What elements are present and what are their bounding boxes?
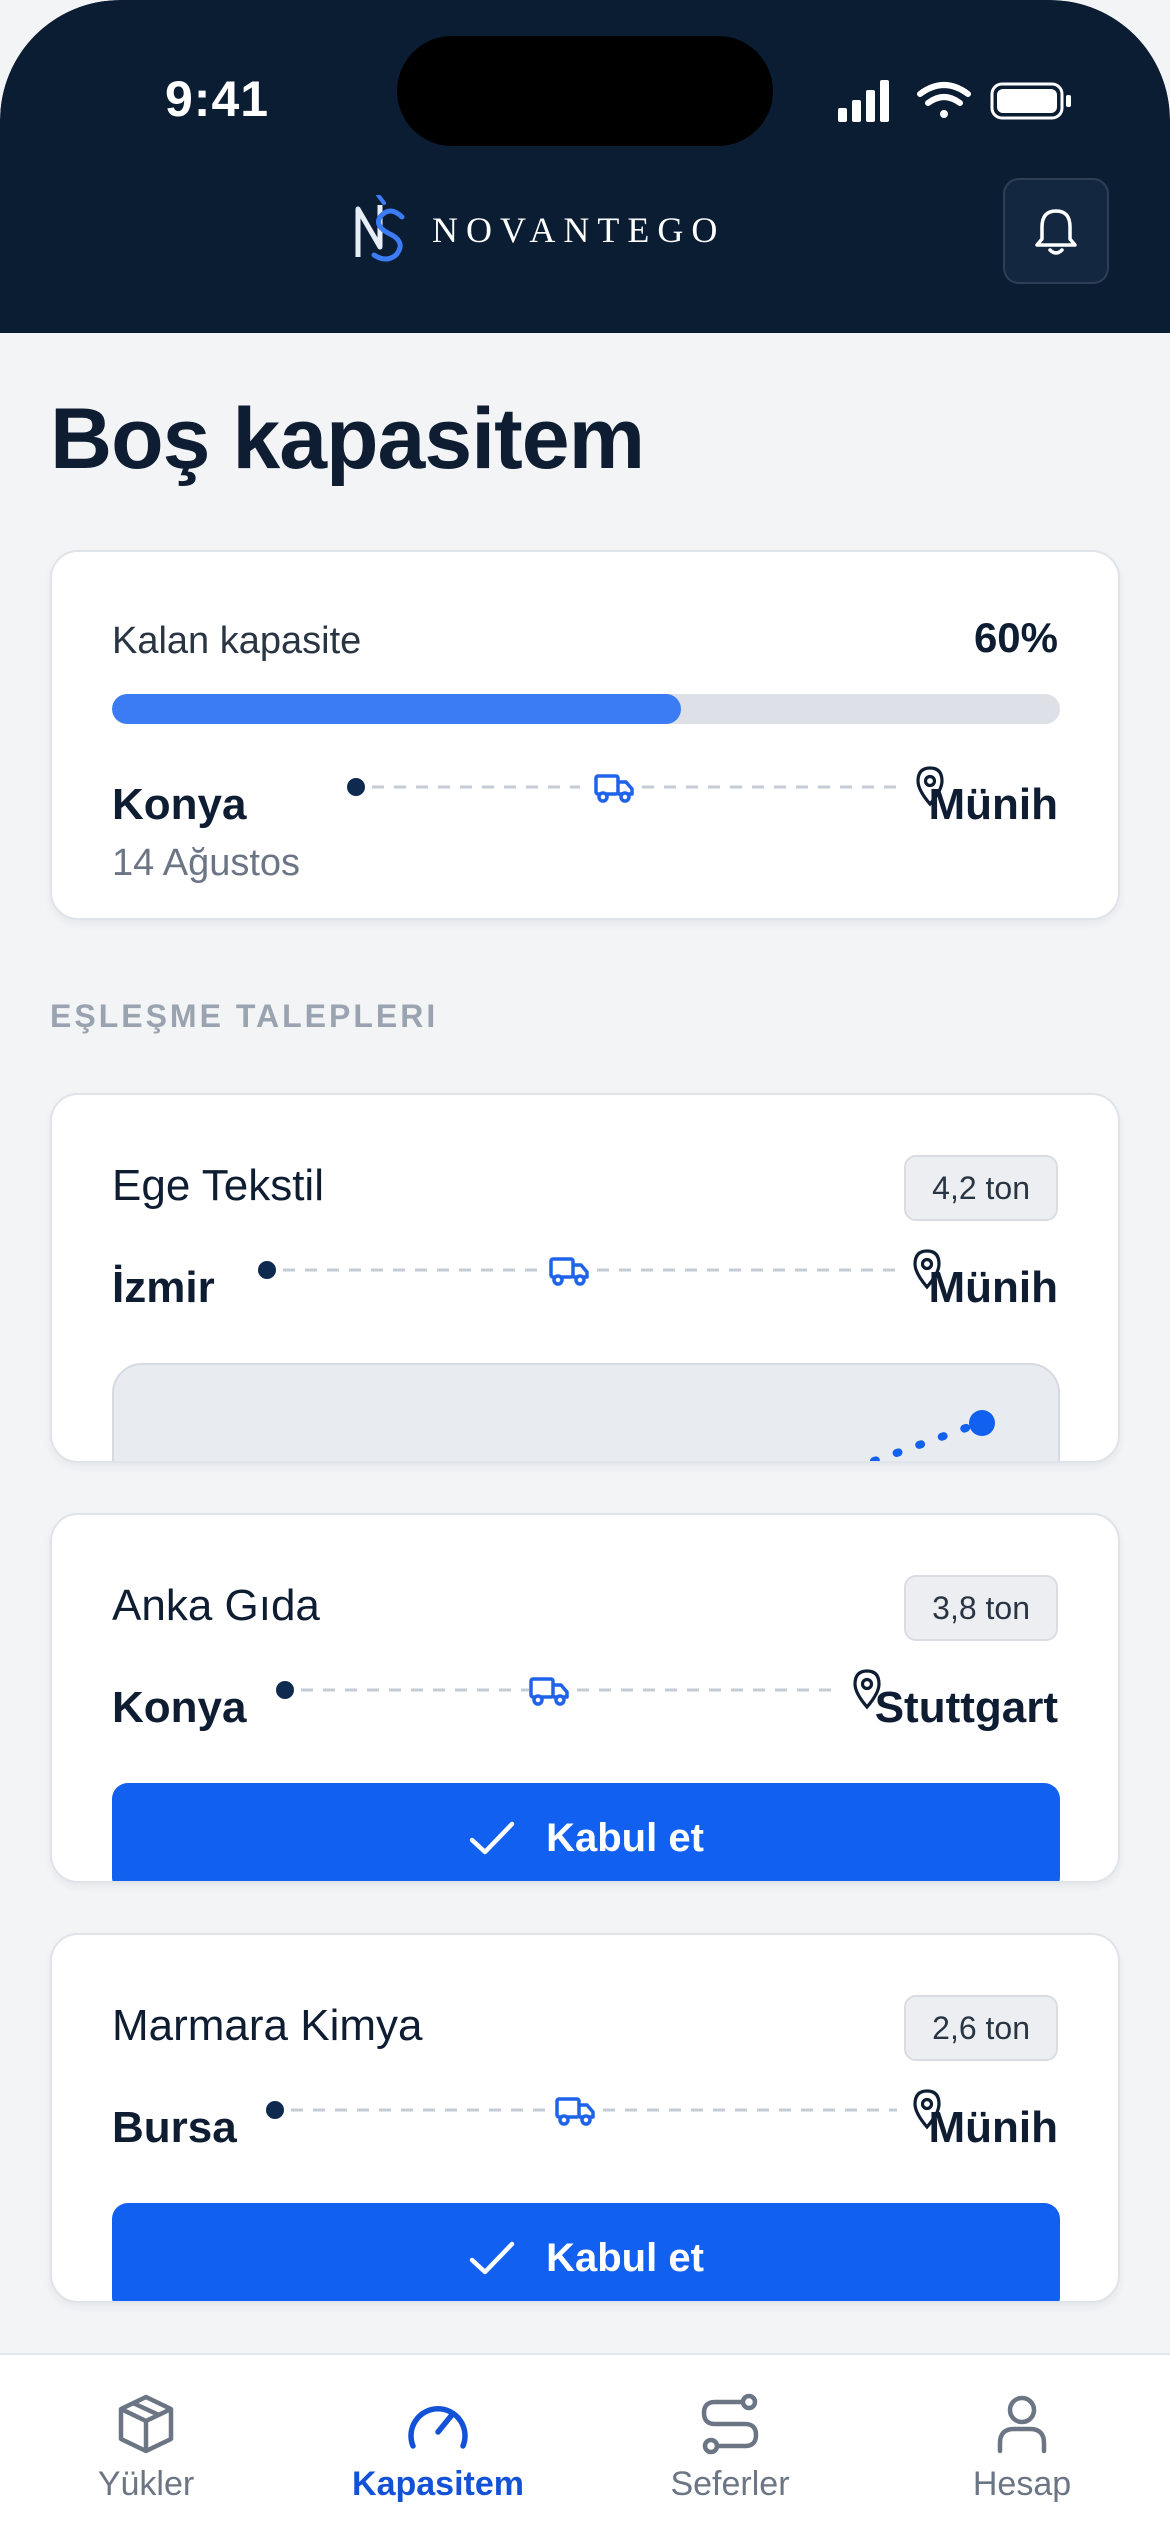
request-card[interactable]: Ege Tekstil 4,2 ton İzmir Münih xyxy=(50,1093,1120,1463)
app-screen: 9:41 NOVANTEGO Boş kapasitem Kalan kapas… xyxy=(0,0,1170,2535)
map-route-path xyxy=(870,1410,995,1461)
tab-hesap[interactable]: Hesap xyxy=(912,2391,1132,2504)
page-title: Boş kapasitem xyxy=(50,391,645,487)
tab-label: Kapasitem xyxy=(352,2465,524,2503)
bottom-tab-bar: Yükler Kapasitem Seferler Hesap xyxy=(0,2353,1170,2535)
origin-dot-icon xyxy=(347,778,365,796)
box-icon xyxy=(118,2394,174,2454)
request-card[interactable]: Marmara Kimya 2,6 ton Bursa Münih Kabul … xyxy=(50,1933,1120,2303)
battery-icon xyxy=(990,82,1071,120)
company-name: Ege Tekstil xyxy=(112,1161,324,1210)
route-icon xyxy=(701,2393,759,2455)
gauge-icon xyxy=(408,2406,468,2449)
notifications-button[interactable] xyxy=(1003,178,1109,284)
route-map-preview xyxy=(112,1363,1060,1461)
accept-button-label: Kabul et xyxy=(546,2235,704,2280)
logo-mark-icon xyxy=(355,195,405,262)
tab-kapasitem[interactable]: Kapasitem xyxy=(328,2391,548,2504)
route-date: 14 Ağustos xyxy=(112,842,301,884)
company-name: Anka Gıda xyxy=(112,1581,320,1630)
origin-dot-icon xyxy=(266,2101,284,2119)
status-time: 9:41 xyxy=(165,71,270,127)
tab-seferler[interactable]: Seferler xyxy=(620,2391,840,2504)
truck-icon xyxy=(549,1257,589,1286)
route-line xyxy=(258,1249,941,1290)
capacity-progress-track xyxy=(112,694,1060,724)
weight-badge: 3,8 ton xyxy=(904,1575,1058,1641)
request-card[interactable]: Anka Gıda 3,8 ton Konya Stuttgart Kabul … xyxy=(50,1513,1120,1883)
accept-button-label: Kabul et xyxy=(546,1815,704,1860)
section-label: EŞLEŞME TALEPLERI xyxy=(50,998,439,1034)
accept-button[interactable]: Kabul et xyxy=(112,2203,1060,2301)
capacity-progress-fill xyxy=(112,694,681,724)
checkmark-icon xyxy=(469,1821,515,1855)
user-icon xyxy=(997,2395,1047,2454)
company-name: Marmara Kimya xyxy=(112,2001,423,2050)
origin-dot-icon xyxy=(276,1681,294,1699)
checkmark-icon xyxy=(469,2241,515,2275)
weight-badge: 2,6 ton xyxy=(904,1995,1058,2061)
tab-label: Seferler xyxy=(670,2465,790,2503)
status-icons xyxy=(838,80,1071,122)
route-line xyxy=(276,1669,881,1710)
origin-dot-icon xyxy=(258,1261,276,1279)
tab-yukler[interactable]: Yükler xyxy=(36,2391,256,2504)
wifi-icon xyxy=(917,82,971,118)
truck-icon xyxy=(529,1677,569,1706)
weight-badge: 4,2 ton xyxy=(904,1155,1058,1221)
route-destination: Münih xyxy=(928,1263,1058,1312)
app-header: 9:41 NOVANTEGO xyxy=(0,0,1170,333)
route-origin: Konya xyxy=(112,780,247,829)
route-origin: İzmir xyxy=(112,1263,215,1312)
route-origin: Bursa xyxy=(112,2103,237,2152)
capacity-label: Kalan kapasite xyxy=(112,620,362,662)
truck-icon xyxy=(555,2097,595,2126)
route-line xyxy=(266,2089,941,2130)
map-destination-dot-icon xyxy=(969,1410,995,1436)
brand-name: NOVANTEGO xyxy=(432,210,726,250)
route-origin: Konya xyxy=(112,1683,247,1732)
accept-button[interactable]: Kabul et xyxy=(112,1783,1060,1881)
bell-icon xyxy=(1035,209,1077,255)
signal-icon xyxy=(838,80,889,122)
capacity-card: Kalan kapasite 60% Konya 14 Ağustos Müni… xyxy=(50,550,1120,920)
capacity-percent: 60% xyxy=(973,614,1058,661)
route-destination: Münih xyxy=(928,780,1058,829)
tab-label: Hesap xyxy=(972,2465,1072,2503)
truck-icon xyxy=(594,774,634,803)
route-destination: Münih xyxy=(928,2103,1058,2152)
dynamic-island xyxy=(397,36,773,146)
brand-logo: NOVANTEGO xyxy=(352,195,725,265)
route-line xyxy=(347,766,944,807)
route-destination: Stuttgart xyxy=(874,1683,1058,1732)
tab-label: Yükler xyxy=(97,2465,195,2503)
